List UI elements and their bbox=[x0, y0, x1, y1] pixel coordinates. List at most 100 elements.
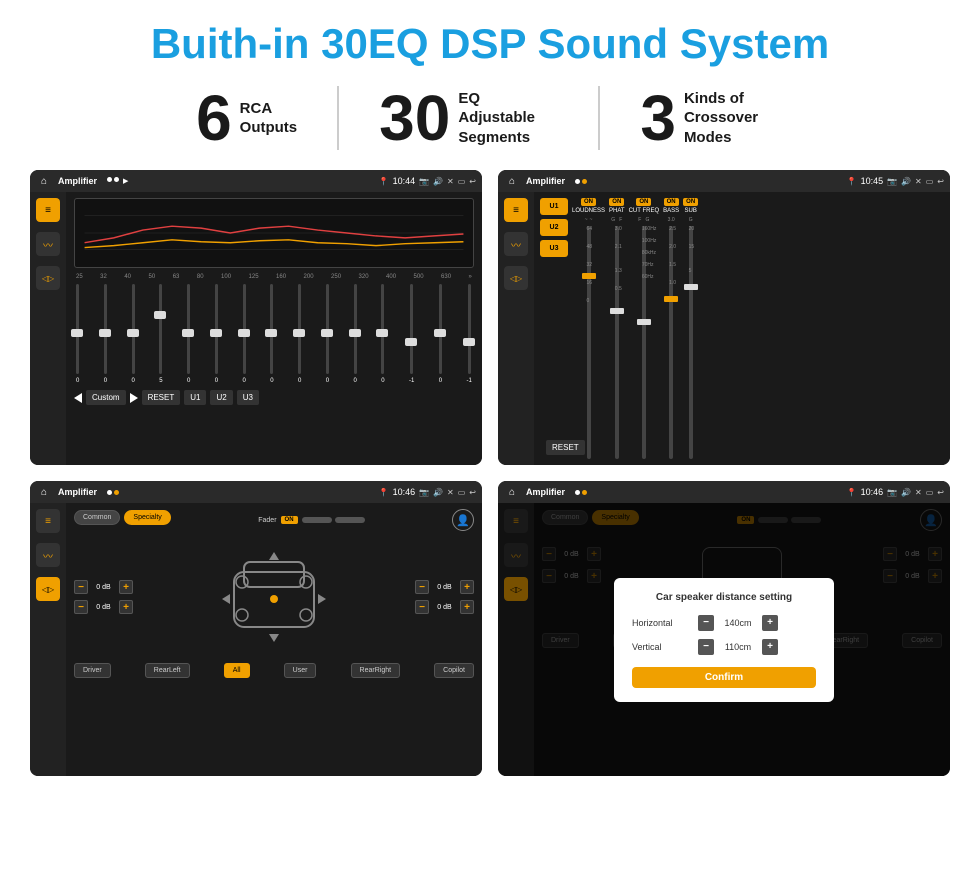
vol-fl-plus[interactable]: + bbox=[119, 580, 133, 594]
rearright-btn[interactable]: RearRight bbox=[351, 663, 401, 678]
eq-slider-4: 0 bbox=[187, 284, 190, 384]
fader-main: Common Specialty Fader ON 👤 bbox=[66, 503, 482, 776]
tab-common-s3[interactable]: Common bbox=[74, 510, 120, 525]
vol-rr-minus[interactable]: − bbox=[415, 600, 429, 614]
bass-slider[interactable]: 2.52.01.51.00 bbox=[669, 226, 673, 459]
home-icon-s2: ⌂ bbox=[504, 173, 520, 189]
side-icons-s3: ≡ 〰 ◁▷ bbox=[30, 503, 66, 776]
copilot-btn[interactable]: Copilot bbox=[434, 663, 474, 678]
eq-slider-13: 0 bbox=[439, 284, 442, 384]
preset-u3[interactable]: U3 bbox=[540, 240, 568, 257]
location-icon-s4: 📍 bbox=[847, 488, 857, 497]
eq-slider-0: 0 bbox=[76, 284, 79, 384]
reset-btn[interactable]: RESET bbox=[142, 390, 181, 405]
location-icon-s1: 📍 bbox=[379, 177, 389, 186]
horizontal-val: 140cm bbox=[718, 618, 758, 628]
sub-slider[interactable]: 201550 bbox=[689, 226, 693, 459]
dots-s3 bbox=[107, 490, 119, 495]
preset-u1[interactable]: U1 bbox=[540, 198, 568, 215]
vol-fl-minus[interactable]: − bbox=[74, 580, 88, 594]
reset-btn-s2[interactable]: RESET bbox=[546, 440, 585, 455]
eq-slider-10: 0 bbox=[354, 284, 357, 384]
user-btn[interactable]: User bbox=[284, 663, 317, 678]
close-icon-s3: ✕ bbox=[447, 488, 454, 497]
amp-reset-btn-s2[interactable]: RESET bbox=[546, 437, 585, 455]
home-icon-s1: ⌂ bbox=[36, 173, 52, 189]
side-icons-s2: ≡ 〰 ◁▷ bbox=[498, 192, 534, 465]
play-btn[interactable] bbox=[130, 393, 138, 403]
eq-slider-6: 0 bbox=[243, 284, 246, 384]
vol-fr-plus[interactable]: + bbox=[460, 580, 474, 594]
prev-btn[interactable] bbox=[74, 393, 82, 403]
stat-crossover: 3 Kinds ofCrossover Modes bbox=[600, 86, 824, 150]
dialog-row-vertical: Vertical − 110cm + bbox=[632, 639, 816, 655]
eq-side-icon[interactable]: ≡ bbox=[36, 198, 60, 222]
driver-btn[interactable]: Driver bbox=[74, 663, 111, 678]
tab-specialty-s3[interactable]: Specialty bbox=[124, 510, 170, 525]
volume-icon-s1: 🔊 bbox=[433, 177, 443, 186]
horizontal-minus[interactable]: − bbox=[698, 615, 714, 631]
back-icon-s2: ↩ bbox=[937, 177, 944, 186]
cutfreq-on[interactable]: ON bbox=[636, 198, 651, 206]
wave-side-icon-s2[interactable]: 〰 bbox=[504, 232, 528, 256]
eq-slider-3: 5 bbox=[159, 284, 162, 384]
vol-fl: − 0 dB + bbox=[74, 580, 133, 594]
cutfreq-slider[interactable]: 160Hz100Hz80kHz70Hz60Hz bbox=[642, 226, 646, 459]
speaker-col-left: − 0 dB + − 0 dB + bbox=[74, 580, 133, 614]
loudness-on[interactable]: ON bbox=[581, 198, 596, 206]
confirm-button[interactable]: Confirm bbox=[632, 667, 816, 688]
screen-content-s4: ≡ 〰 ◁▷ Common Specialty ON bbox=[498, 503, 950, 776]
minimize-icon-s4: ▭ bbox=[926, 488, 934, 497]
eq-slider-9: 0 bbox=[326, 284, 329, 384]
camera-icon-s1: 📷 bbox=[419, 177, 429, 186]
wave-side-icon-s3[interactable]: 〰 bbox=[36, 543, 60, 567]
stat-number-crossover: 3 bbox=[640, 86, 676, 150]
eq-main: 253240 506380 100125160 200250320 400500… bbox=[66, 192, 482, 465]
dot1-s4 bbox=[575, 490, 580, 495]
fader-bar-2[interactable] bbox=[335, 517, 365, 523]
bass-on[interactable]: ON bbox=[664, 198, 679, 206]
vertical-label: Vertical bbox=[632, 642, 692, 652]
vertical-minus[interactable]: − bbox=[698, 639, 714, 655]
loudness-label: LOUDNESS bbox=[572, 208, 605, 214]
vol-side-icon-s2[interactable]: ◁▷ bbox=[504, 266, 528, 290]
dialog-title: Car speaker distance setting bbox=[632, 592, 816, 603]
all-btn[interactable]: All bbox=[224, 663, 250, 678]
fader-side-icon-s3[interactable]: ◁▷ bbox=[36, 577, 60, 601]
fader-bar-1[interactable] bbox=[302, 517, 332, 523]
phat-slider[interactable]: 3.02.11.30.5 bbox=[615, 226, 619, 459]
eq-side-icon-s2[interactable]: ≡ bbox=[504, 198, 528, 222]
u2-btn[interactable]: U2 bbox=[210, 390, 232, 405]
fader-on-badge[interactable]: ON bbox=[281, 516, 298, 524]
vertical-plus[interactable]: + bbox=[762, 639, 778, 655]
wave-side-icon[interactable]: 〰 bbox=[36, 232, 60, 256]
loudness-slider[interactable]: 644832160 bbox=[587, 226, 591, 459]
phat-on[interactable]: ON bbox=[609, 198, 624, 206]
vol-rr-plus[interactable]: + bbox=[460, 600, 474, 614]
dot2-s1 bbox=[114, 177, 119, 182]
vol-rl-plus[interactable]: + bbox=[119, 600, 133, 614]
vol-side-icon[interactable]: ◁▷ bbox=[36, 266, 60, 290]
screen-content-s3: ≡ 〰 ◁▷ Common Specialty Fader ON bbox=[30, 503, 482, 776]
eq-side-icon-s3[interactable]: ≡ bbox=[36, 509, 60, 533]
u1-btn[interactable]: U1 bbox=[184, 390, 206, 405]
topbar-s4: ⌂ Amplifier 📍 10:46 📷 🔊 ✕ ▭ ↩ bbox=[498, 481, 950, 503]
vertical-stepper: − 110cm + bbox=[698, 639, 778, 655]
amp-ctrl-cutfreq: ON CUT FREQ F G 160Hz100Hz80kHz70Hz60Hz bbox=[629, 198, 660, 459]
sub-on[interactable]: ON bbox=[683, 198, 698, 206]
home-icon-s4: ⌂ bbox=[504, 484, 520, 500]
custom-preset-btn[interactable]: Custom bbox=[86, 390, 126, 405]
main-page: Buith-in 30EQ DSP Sound System 6 RCAOutp… bbox=[0, 0, 980, 881]
horizontal-plus[interactable]: + bbox=[762, 615, 778, 631]
preset-u2[interactable]: U2 bbox=[540, 219, 568, 236]
u3-btn[interactable]: U3 bbox=[237, 390, 259, 405]
title-s2: Amplifier bbox=[526, 176, 565, 186]
dot1-s1 bbox=[107, 177, 112, 182]
rearleft-btn[interactable]: RearLeft bbox=[145, 663, 190, 678]
vol-rl-minus[interactable]: − bbox=[74, 600, 88, 614]
vol-rl-val: 0 dB bbox=[91, 604, 116, 611]
camera-icon-s2: 📷 bbox=[887, 177, 897, 186]
vol-fr-minus[interactable]: − bbox=[415, 580, 429, 594]
amp-ctrl-phat: ON PHAT G F 3.02.11.30.5 bbox=[609, 198, 625, 459]
user-icon-s3[interactable]: 👤 bbox=[452, 509, 474, 531]
